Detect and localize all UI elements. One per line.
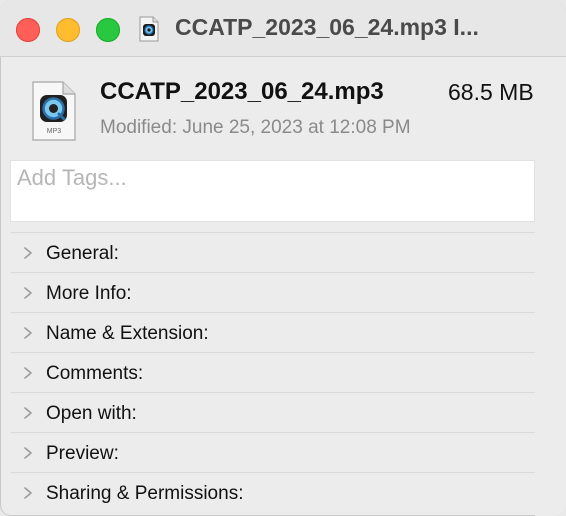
section-comments[interactable]: Comments: <box>10 352 535 392</box>
info-window: CCATP_2023_06_24.mp3 I... MP3 CCATP_2023… <box>0 0 566 516</box>
chevron-right-icon[interactable] <box>22 446 34 460</box>
file-name: CCATP_2023_06_24.mp3 <box>100 78 384 105</box>
chevron-right-icon[interactable] <box>22 246 34 260</box>
section-sharing-permissions[interactable]: Sharing & Permissions: <box>10 472 535 512</box>
section-label: Comments: <box>46 363 144 384</box>
quicktime-audio-file-icon[interactable]: MP3 <box>30 80 78 142</box>
maximize-button[interactable] <box>96 18 120 42</box>
section-label: Open with: <box>46 403 137 424</box>
section-label: Sharing & Permissions: <box>46 483 244 504</box>
file-type-caption: MP3 <box>47 128 62 135</box>
title-bar[interactable]: CCATP_2023_06_24.mp3 I... <box>0 0 566 57</box>
section-label: More Info: <box>46 283 132 304</box>
file-size: 68.5 MB <box>448 79 534 105</box>
section-name-extension[interactable]: Name & Extension: <box>10 312 535 352</box>
window-edge <box>535 57 566 516</box>
modified-date: Modified: June 25, 2023 at 12:08 PM <box>100 117 411 138</box>
file-proxy-icon[interactable] <box>138 16 160 42</box>
tags-input[interactable] <box>11 161 534 195</box>
close-button[interactable] <box>16 18 40 42</box>
section-general[interactable]: General: <box>10 232 535 272</box>
info-sections: General: More Info: Name & Extension: Co… <box>10 232 535 512</box>
section-preview[interactable]: Preview: <box>10 432 535 472</box>
chevron-right-icon[interactable] <box>22 366 34 380</box>
tags-field[interactable] <box>10 160 535 222</box>
section-label: Preview: <box>46 443 119 464</box>
section-open-with[interactable]: Open with: <box>10 392 535 432</box>
chevron-right-icon[interactable] <box>22 326 34 340</box>
window-title: CCATP_2023_06_24.mp3 I... <box>175 14 479 40</box>
section-more-info[interactable]: More Info: <box>10 272 535 312</box>
minimize-button[interactable] <box>56 18 80 42</box>
chevron-right-icon[interactable] <box>22 286 34 300</box>
section-label: Name & Extension: <box>46 323 209 344</box>
section-label: General: <box>46 243 119 264</box>
chevron-right-icon[interactable] <box>22 486 34 500</box>
chevron-right-icon[interactable] <box>22 406 34 420</box>
